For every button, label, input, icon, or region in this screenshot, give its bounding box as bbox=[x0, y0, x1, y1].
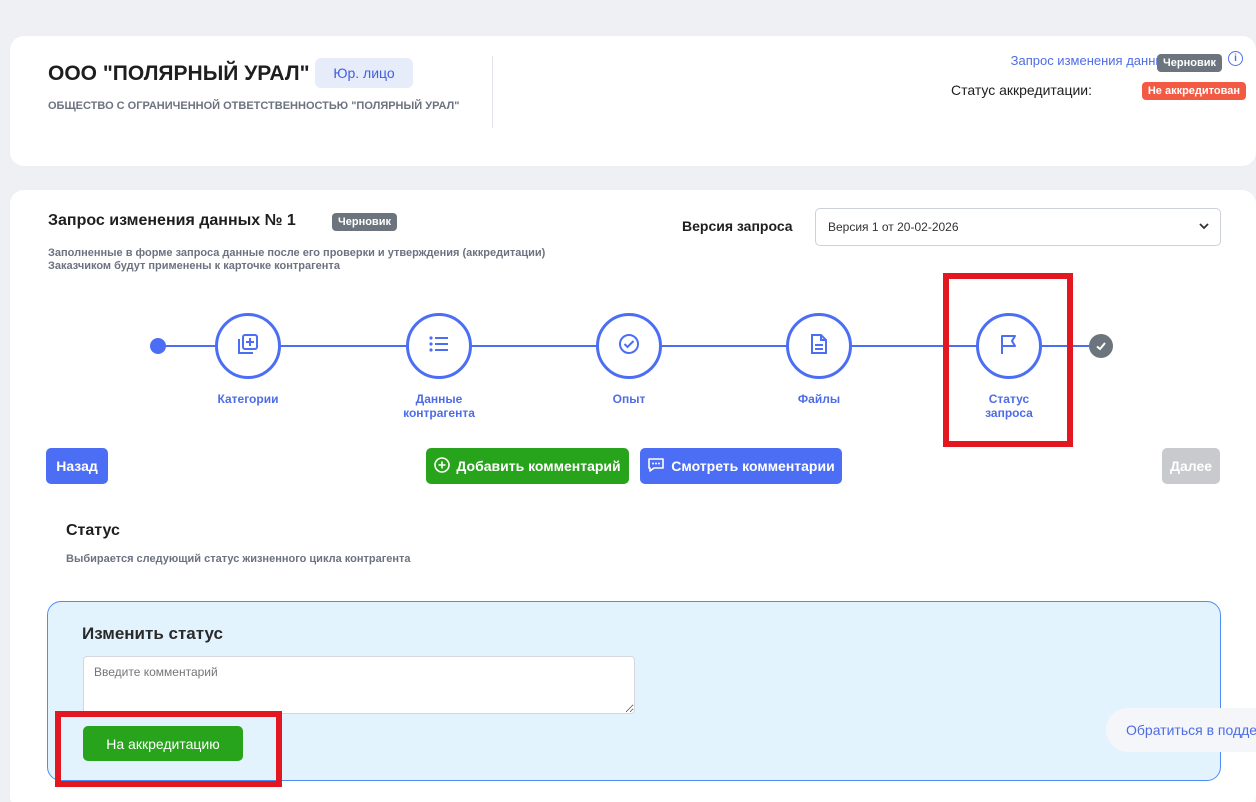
version-select[interactable]: Версия 1 от 20-02-2026 bbox=[815, 208, 1221, 246]
step-label-files: Файлы bbox=[797, 392, 841, 406]
next-button[interactable]: Далее bbox=[1162, 448, 1220, 484]
plus-circle-icon bbox=[434, 456, 451, 476]
stepper-end-check-icon bbox=[1089, 334, 1113, 358]
version-select-value: Версия 1 от 20-02-2026 bbox=[828, 220, 959, 234]
header-divider bbox=[492, 56, 493, 128]
check-circle-icon bbox=[618, 333, 640, 360]
list-icon bbox=[428, 334, 450, 359]
accreditation-label: Статус аккредитации: bbox=[950, 82, 1092, 98]
version-label: Версия запроса bbox=[682, 218, 793, 234]
step-label-categories: Категории bbox=[217, 392, 279, 406]
request-draft-badge-main: Черновик bbox=[332, 213, 397, 231]
company-card: ООО "ПОЛЯРНЫЙ УРАЛ" Юр. лицо ОБЩЕСТВО С … bbox=[10, 36, 1256, 166]
view-comments-label: Смотреть комментарии bbox=[671, 458, 835, 474]
step-label-experience: Опыт bbox=[612, 392, 646, 406]
status-section-subtitle: Выбирается следующий статус жизненного ц… bbox=[66, 553, 411, 565]
comment-textarea[interactable] bbox=[83, 656, 635, 714]
request-title: Запрос изменения данных № 1 bbox=[48, 212, 296, 229]
add-comment-button[interactable]: Добавить комментарий bbox=[426, 448, 629, 484]
step-experience[interactable] bbox=[596, 313, 662, 379]
change-status-title: Изменить статус bbox=[82, 624, 223, 643]
support-label: Обратиться в подде bbox=[1126, 722, 1256, 738]
company-name: ООО "ПОЛЯРНЫЙ УРАЛ" bbox=[48, 62, 310, 85]
step-categories[interactable] bbox=[215, 313, 281, 379]
highlight-box-submit-button bbox=[55, 711, 282, 787]
info-icon[interactable]: i bbox=[1228, 51, 1243, 66]
support-widget[interactable]: Обратиться в подде bbox=[1106, 708, 1256, 752]
comment-icon bbox=[647, 457, 665, 476]
accreditation-status-badge: Не аккредитован bbox=[1141, 82, 1246, 100]
highlight-box-status-step bbox=[943, 273, 1073, 447]
add-box-icon bbox=[237, 333, 259, 360]
request-description-line2: Заказчиком будут применены к карточке ко… bbox=[48, 260, 340, 272]
step-label-contractor-data: Данные контрагента bbox=[403, 392, 475, 420]
stepper-start-dot bbox=[150, 338, 166, 354]
company-type-badge: Юр. лицо bbox=[315, 58, 413, 88]
company-full-name: ОБЩЕСТВО С ОГРАНИЧЕННОЙ ОТВЕТСТВЕННОСТЬЮ… bbox=[48, 100, 460, 112]
step-files[interactable] bbox=[786, 313, 852, 379]
add-comment-label: Добавить комментарий bbox=[456, 458, 621, 474]
request-description: Заполненные в форме запроса данные после… bbox=[48, 247, 545, 273]
status-section-title: Статус bbox=[66, 522, 120, 539]
step-contractor-data[interactable] bbox=[406, 313, 472, 379]
back-button[interactable]: Назад bbox=[46, 448, 108, 484]
request-draft-badge: Черновик bbox=[1157, 54, 1222, 72]
document-icon bbox=[810, 333, 828, 360]
chevron-down-icon bbox=[1198, 219, 1210, 237]
request-description-line1: Заполненные в форме запроса данные после… bbox=[48, 247, 546, 259]
view-comments-button[interactable]: Смотреть комментарии bbox=[640, 448, 842, 484]
